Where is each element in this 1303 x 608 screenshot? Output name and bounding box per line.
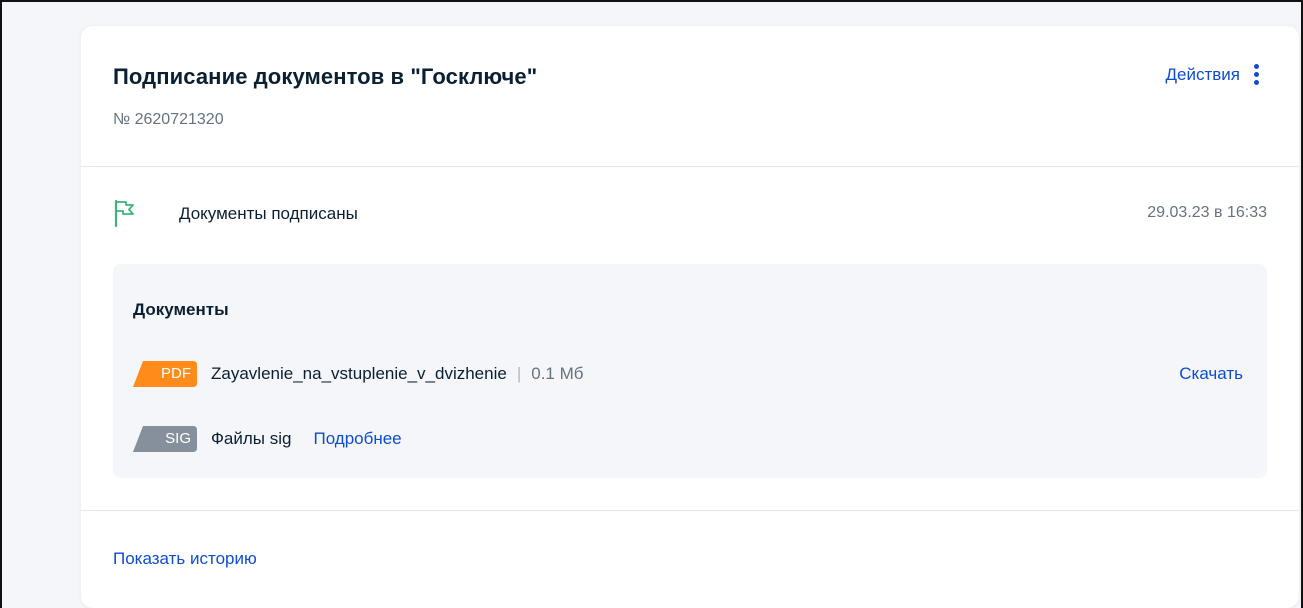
details-link[interactable]: Подробнее: [313, 429, 401, 449]
file-name: Zayavlenie_na_vstuplenie_v_dvizhenie: [211, 364, 507, 383]
status-text: Документы подписаны: [179, 204, 358, 223]
file-row-pdf: PDF Zayavlenie_na_vstuplenie_v_dvizhenie…: [133, 360, 1243, 388]
documents-panel: Документы PDF Zayavlenie_na_vstuplenie_v…: [113, 264, 1267, 478]
file-size: 0.1 Мб: [531, 364, 584, 383]
file-name: Файлы sig: [211, 429, 292, 448]
pdf-file-icon: PDF: [133, 361, 197, 387]
file-row-sig: SIG Файлы sig Подробнее: [133, 425, 1243, 453]
separator: |: [516, 364, 522, 383]
divider: [81, 510, 1299, 511]
pdf-badge-label: PDF: [161, 365, 191, 382]
request-card: Подписание документов в "Госключе" № 262…: [81, 26, 1299, 608]
show-history-link[interactable]: Показать историю: [113, 549, 257, 569]
actions-label: Действия: [1165, 64, 1240, 84]
documents-title: Документы: [133, 300, 229, 319]
sig-file-icon: SIG: [133, 426, 197, 452]
download-link[interactable]: Скачать: [1179, 364, 1243, 384]
page-background: Подписание документов в "Госключе" № 262…: [0, 0, 1303, 608]
status-timestamp: 29.03.23 в 16:33: [1147, 204, 1267, 221]
kebab-menu-icon: [1254, 64, 1259, 85]
status-row: Документы подписаны 29.03.23 в 16:33: [113, 198, 1267, 232]
flag-icon: [113, 198, 135, 228]
actions-menu-button[interactable]: Действия: [1166, 64, 1259, 85]
page-title: Подписание документов в "Госключе": [113, 64, 538, 89]
card-header: Подписание документов в "Госключе" № 262…: [81, 26, 1299, 167]
sig-badge-label: SIG: [165, 430, 191, 447]
request-number: № 2620721320: [113, 111, 224, 128]
